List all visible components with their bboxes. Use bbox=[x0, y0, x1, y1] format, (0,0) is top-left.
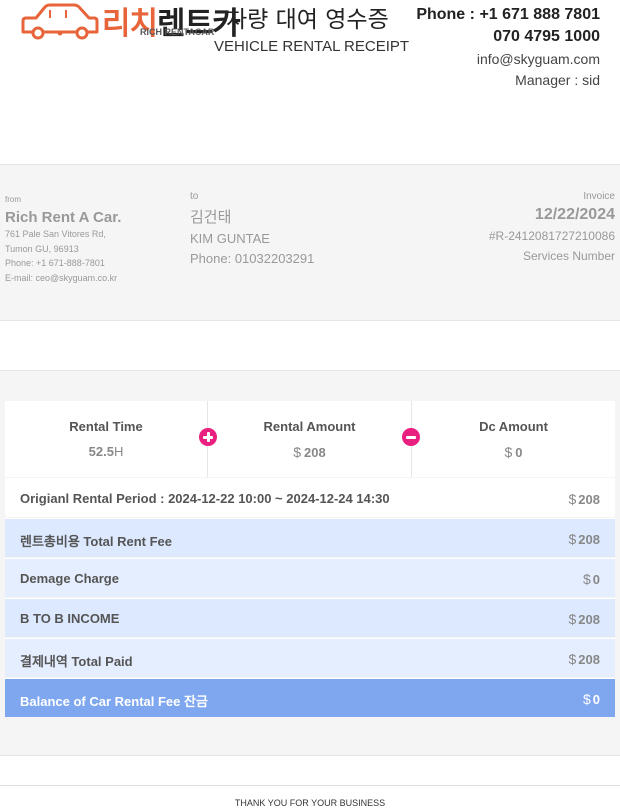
total-rent-fee-row: 렌트총비용 Total Rent Fee $208 bbox=[5, 518, 615, 557]
receipt-title-korean: 차량 대여 영수증 bbox=[226, 7, 389, 33]
rental-amount-value: $208 bbox=[293, 444, 326, 460]
rental-amount-label: Rental Amount bbox=[263, 419, 356, 434]
invoice-number: #R-2412081727210086 bbox=[488, 229, 615, 243]
row-label: 렌트총비용 Total Rent Fee bbox=[20, 534, 173, 549]
customer-korean-name: 김건태 bbox=[190, 208, 232, 226]
minus-circle-icon bbox=[402, 428, 420, 446]
b2b-income-row: B TO B INCOME $208 bbox=[5, 598, 615, 637]
to-section: to 김건태 KIM GUNTAE Phone: 01032203291 bbox=[190, 191, 314, 266]
rental-amount-stat: Rental Amount $208 bbox=[207, 401, 411, 477]
row-amount: $208 bbox=[568, 491, 601, 507]
car-icon bbox=[21, 3, 99, 40]
invoice-section: Invoice 12/22/2024 #R-2412081727210086 S… bbox=[489, 191, 615, 263]
row-amount: $208 bbox=[568, 651, 601, 667]
customer-english-name: KIM GUNTAE bbox=[190, 231, 270, 246]
customer-phone: Phone: 01032203291 bbox=[190, 251, 315, 266]
from-address-line-1: 761 Pale San Vitores Rd, bbox=[5, 229, 106, 239]
row-amount: $208 bbox=[568, 611, 601, 627]
rental-period-row: Origianl Rental Period : 2024-12-22 10:0… bbox=[5, 478, 615, 517]
plus-circle-icon bbox=[199, 428, 217, 446]
logo-subtitle: RICH RENTACAR bbox=[140, 27, 215, 37]
from-email: E-mail: ceo@skyguam.co.kr bbox=[5, 272, 118, 283]
charges-panel: Rental Time 52.5H Rental Amount $208 Dc … bbox=[0, 370, 620, 756]
rental-time-value: 52.5H bbox=[88, 444, 124, 459]
rental-time-label: Rental Time bbox=[69, 419, 143, 434]
from-phone: Phone: +1 671-888-7801 bbox=[5, 258, 105, 268]
row-amount: $208 bbox=[568, 531, 601, 547]
row-label: Demage Charge bbox=[20, 571, 119, 586]
from-label: from bbox=[5, 195, 21, 204]
row-label: Origianl Rental Period : 2024-12-22 10:0… bbox=[20, 491, 390, 506]
to-label: to bbox=[190, 191, 199, 202]
damage-charge-row: Demage Charge $0 bbox=[5, 558, 615, 597]
row-label: 결제내역 Total Paid bbox=[20, 654, 133, 669]
summary-stats: Rental Time 52.5H Rental Amount $208 Dc … bbox=[5, 401, 615, 477]
company-logo: 리치렌트카 RICH RENTACAR bbox=[20, 0, 241, 42]
dc-amount-stat: Dc Amount $0 bbox=[411, 401, 615, 477]
phone-secondary: 070 4795 1000 bbox=[493, 28, 600, 45]
invoice-label: Invoice bbox=[583, 191, 615, 202]
balance-row: Balance of Car Rental Fee 잔금 $0 bbox=[5, 678, 615, 717]
rental-time-stat: Rental Time 52.5H bbox=[5, 401, 207, 477]
manager-name: Manager : sid bbox=[515, 72, 600, 88]
footer-divider bbox=[0, 785, 620, 786]
dc-amount-label: Dc Amount bbox=[479, 419, 548, 434]
phone-primary: Phone : +1 671 888 7801 bbox=[416, 6, 600, 23]
receipt-title-english: VEHICLE RENTAL RECEIPT bbox=[214, 38, 410, 55]
company-contact: Phone : +1 671 888 7801 070 4795 1000 in… bbox=[416, 4, 600, 91]
row-label: Balance of Car Rental Fee 잔금 bbox=[20, 694, 208, 709]
row-label: B TO B INCOME bbox=[20, 611, 120, 626]
party-info-band: from Rich Rent A Car. 761 Pale San Vitor… bbox=[0, 164, 620, 321]
dc-amount-value: $0 bbox=[504, 444, 523, 460]
company-email[interactable]: info@skyguam.com bbox=[416, 49, 600, 70]
from-company-name: Rich Rent A Car. bbox=[5, 209, 122, 226]
invoice-date: 12/22/2024 bbox=[534, 206, 615, 223]
from-address-line-2: Tumon GU, 96913 bbox=[5, 243, 79, 254]
total-paid-row: 결제내역 Total Paid $208 bbox=[5, 638, 615, 677]
services-number-label: Services Number bbox=[522, 249, 615, 263]
row-amount: $0 bbox=[582, 571, 600, 587]
footer-thanks: THANK YOU FOR YOUR BUSINESS bbox=[234, 798, 386, 808]
from-section: from Rich Rent A Car. 761 Pale San Vitor… bbox=[5, 195, 121, 285]
row-amount: $0 bbox=[582, 691, 600, 707]
